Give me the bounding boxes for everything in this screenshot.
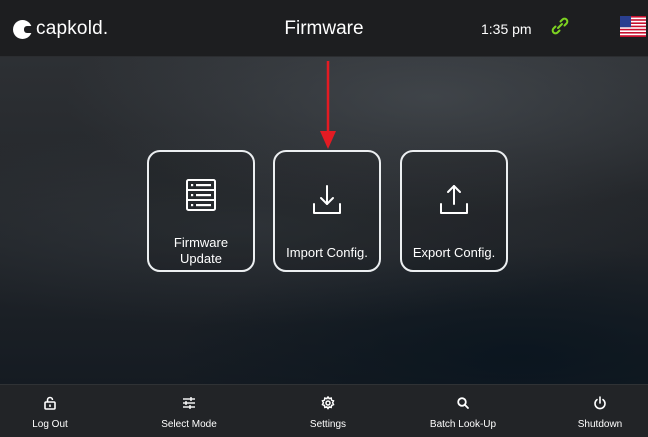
select-mode-button[interactable]: Select Mode xyxy=(158,385,220,437)
gear-icon xyxy=(321,396,335,410)
sliders-icon xyxy=(183,397,195,409)
export-config-button[interactable]: Export Config. xyxy=(400,150,508,272)
brand-name: capkold. xyxy=(36,18,109,39)
bottom-nav: Log Out Select Mode Settings Batch Look-… xyxy=(0,384,648,437)
upload-icon xyxy=(440,185,468,214)
batch-look-up-label: Batch Look-Up xyxy=(429,419,497,430)
settings-button[interactable]: Settings xyxy=(308,385,348,437)
us-flag-icon[interactable] xyxy=(620,16,646,37)
lock-icon xyxy=(44,396,56,410)
power-icon xyxy=(594,396,606,410)
log-out-label: Log Out xyxy=(32,419,68,430)
import-config-label: Import Config. xyxy=(286,245,368,260)
capkold-logo: capkold. xyxy=(13,18,108,40)
search-icon xyxy=(457,397,469,409)
clock: 1:35 pm xyxy=(481,21,532,37)
batch-look-up-button[interactable]: Batch Look-Up xyxy=(428,385,498,437)
import-config-button[interactable]: Import Config. xyxy=(273,150,381,272)
server-list-icon xyxy=(186,179,216,211)
firmware-update-button[interactable]: Firmware Update xyxy=(147,150,255,272)
red-arrow-down-icon xyxy=(320,61,336,149)
shutdown-button[interactable]: Shutdown xyxy=(575,385,625,437)
settings-label: Settings xyxy=(309,419,347,430)
top-bar: capkold. Firmware 1:35 pm xyxy=(0,0,648,57)
export-config-label: Export Config. xyxy=(412,245,496,260)
link-icon xyxy=(551,17,569,35)
shutdown-label: Shutdown xyxy=(577,419,623,430)
firmware-panel: Firmware Update Import Config. Export Co… xyxy=(0,57,648,384)
firmware-update-label: Firmware Update xyxy=(173,235,229,266)
select-mode-label: Select Mode xyxy=(161,419,217,430)
log-out-button[interactable]: Log Out xyxy=(30,385,70,437)
download-icon xyxy=(313,185,341,214)
capkold-logo-mark xyxy=(13,19,33,39)
